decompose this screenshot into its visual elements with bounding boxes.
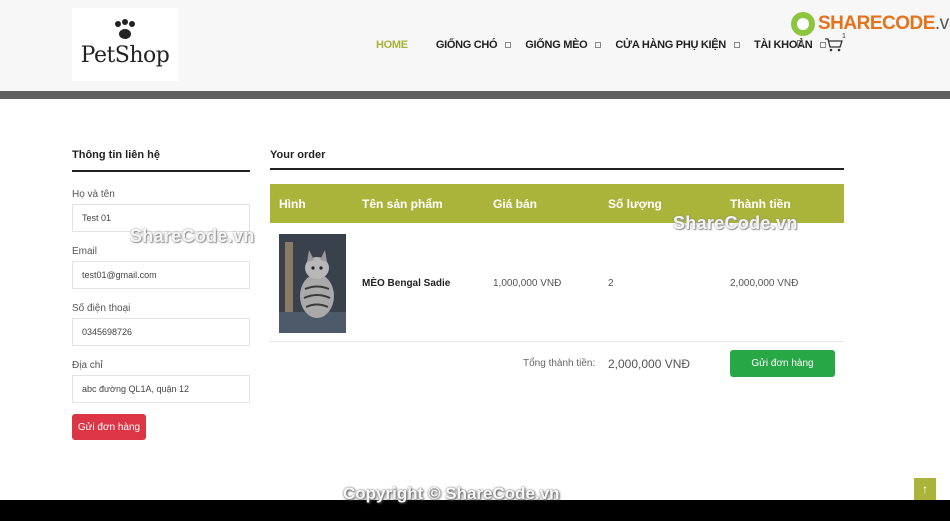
- arrow-up-icon: ↑: [922, 482, 928, 496]
- row-divider: [270, 341, 844, 342]
- cart-icon[interactable]: [825, 38, 843, 52]
- site-header: PetShop HOME GIỐNG CHÓ GIỐNG MÈO CỬA HÀN…: [0, 0, 950, 91]
- dropdown-icon: [505, 42, 512, 48]
- total-value: 2,000,000 VNĐ: [608, 357, 691, 371]
- nav-accessories-store[interactable]: CỬA HÀNG PHỤ KIỆN: [615, 39, 740, 51]
- name-label: Họ và tên: [72, 189, 115, 200]
- product-price: 1,000,000 VNĐ: [493, 278, 562, 289]
- dropdown-icon: [595, 42, 602, 48]
- product-image: [279, 234, 346, 333]
- nav-home-label: HOME: [376, 39, 408, 51]
- logo-text: PetShop: [80, 43, 170, 68]
- nav-account-label: TÀI KHOẢN: [753, 39, 813, 51]
- address-field[interactable]: abc đường QL1A, quận 12: [72, 375, 250, 403]
- scroll-to-top-button[interactable]: ↑: [914, 478, 936, 500]
- nav-account[interactable]: TÀI KHOẢN: [753, 39, 827, 51]
- phone-label: Số điện thoại: [72, 303, 131, 314]
- paw-icon: [112, 19, 138, 41]
- email-field[interactable]: test01@gmail.com: [72, 261, 250, 289]
- submit-order-button[interactable]: Gửi đơn hàng: [72, 414, 146, 440]
- column-price: Giá bán: [493, 197, 538, 211]
- column-subtotal: Thành tiền: [730, 197, 791, 211]
- total-label: Tổng thành tiền:: [523, 358, 596, 369]
- brand-tld: .vn: [934, 13, 950, 34]
- order-divider: [270, 168, 844, 170]
- nav-accessories-label: CỬA HÀNG PHỤ KIỆN: [615, 39, 726, 51]
- contact-divider: [72, 170, 250, 172]
- nav-dog-breeds[interactable]: GIỐNG CHÓ: [435, 39, 512, 51]
- header-divider: [0, 91, 950, 99]
- main-nav: HOME GIỐNG CHÓ GIỐNG MÈO CỬA HÀNG PHỤ KI…: [376, 37, 827, 53]
- product-name: MÈO Bengal Sadie: [362, 278, 451, 289]
- nav-cat-breeds-label: GIỐNG MÈO: [525, 39, 588, 51]
- copyright-text: Copyright © ShareCode.vn: [343, 484, 560, 503]
- sharecode-logo-icon: [791, 12, 815, 36]
- logo[interactable]: PetShop: [72, 8, 178, 81]
- dropdown-icon: [733, 42, 740, 48]
- search-icon[interactable]: [797, 40, 803, 47]
- column-product-name: Tên sản phẩm: [362, 197, 443, 211]
- email-label: Email: [72, 246, 98, 257]
- nav-cat-breeds[interactable]: GIỐNG MÈO: [525, 39, 602, 51]
- product-quantity: 2: [608, 278, 614, 289]
- sharecode-brand-text: SHARECODE.vn: [818, 13, 950, 35]
- phone-field[interactable]: 0345698726: [72, 318, 250, 346]
- sharecode-brand: SHARECODE.vn: [791, 12, 950, 36]
- column-image: Hình: [279, 197, 306, 211]
- order-title: Your order: [270, 149, 326, 161]
- contact-title: Thông tin liên hệ: [72, 149, 160, 161]
- nav-home[interactable]: HOME: [376, 39, 408, 51]
- watermark: ShareCode.vn: [130, 226, 255, 246]
- send-order-button[interactable]: Gửi đơn hàng: [730, 350, 835, 377]
- column-quantity: Số lượng: [608, 197, 662, 211]
- nav-dog-breeds-label: GIỐNG CHÓ: [435, 39, 498, 51]
- watermark: ShareCode.vn: [673, 213, 798, 233]
- address-label: Địa chỉ: [72, 360, 103, 371]
- brand-name: SHARECODE: [818, 13, 935, 34]
- product-subtotal: 2,000,000 VNĐ: [730, 278, 799, 289]
